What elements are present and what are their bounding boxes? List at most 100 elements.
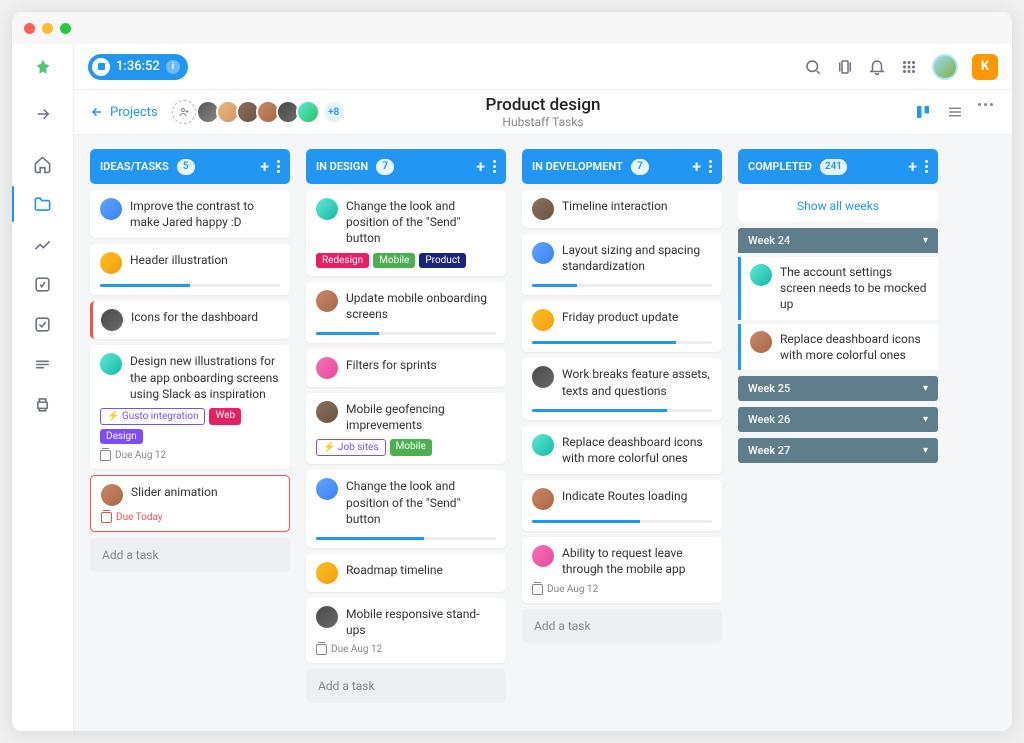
member-avatar[interactable]	[296, 100, 320, 124]
board-view-icon[interactable]	[914, 103, 932, 121]
task-card[interactable]: Change the look and position of the "Sen…	[306, 190, 506, 276]
sidebar-home-icon[interactable]	[33, 154, 53, 174]
week-header[interactable]: Week 27▾	[738, 438, 938, 463]
bell-icon[interactable]	[868, 58, 886, 76]
tag[interactable]: Redesign	[316, 253, 369, 268]
task-card[interactable]: Work breaks feature assets, texts and qu…	[522, 358, 722, 419]
add-card-icon[interactable]: +	[476, 157, 485, 176]
card-title: Mobile responsive stand-ups	[346, 606, 496, 638]
progress-bar	[532, 341, 712, 344]
header-more-icon[interactable]	[978, 103, 996, 121]
minimize-window-icon[interactable]	[42, 23, 53, 34]
task-card[interactable]: Improve the contrast to make Jared happy…	[90, 190, 290, 238]
sidebar-list-icon[interactable]	[33, 354, 53, 374]
tag[interactable]: Web	[209, 408, 241, 425]
task-card[interactable]: Header illustration	[90, 244, 290, 295]
add-card-icon[interactable]: +	[692, 157, 701, 176]
week-header[interactable]: Week 24▾	[738, 228, 938, 253]
task-card[interactable]: Layout sizing and spacing standardizatio…	[522, 234, 722, 295]
chevron-down-icon: ▾	[923, 445, 928, 456]
assignee-avatar	[316, 357, 338, 379]
task-card[interactable]: Change the look and position of the "Sen…	[306, 470, 506, 548]
add-task-input[interactable]: Add a task	[90, 538, 290, 572]
tag[interactable]: Mobile	[373, 253, 415, 268]
members-more-badge[interactable]: +8	[322, 100, 346, 124]
card-title: Layout sizing and spacing standardizatio…	[562, 242, 712, 274]
list-view-icon[interactable]	[946, 103, 964, 121]
card-tags: ⚡ Job sitesMobile	[316, 439, 496, 456]
sidebar-check-icon[interactable]	[33, 314, 53, 334]
column-more-icon[interactable]	[925, 160, 928, 173]
task-card[interactable]: Replace deashboard icons with more color…	[522, 426, 722, 474]
task-card[interactable]: Friday product update	[522, 301, 722, 352]
search-icon[interactable]	[804, 58, 822, 76]
task-card[interactable]: Indicate Routes loading	[522, 480, 722, 531]
assignee-avatar	[316, 401, 338, 423]
copy-icon[interactable]	[836, 58, 854, 76]
tag[interactable]: Design	[100, 429, 143, 444]
timer-info-icon[interactable]: i	[166, 60, 180, 74]
task-card[interactable]: Mobile responsive stand-upsDue Aug 12	[306, 598, 506, 663]
task-card[interactable]: Ability to request leave through the mob…	[522, 537, 722, 602]
task-card[interactable]: Filters for sprints	[306, 349, 506, 387]
timer-pill[interactable]: 1:36:52 i	[88, 54, 188, 80]
task-card[interactable]: Design new illustrations for the app onb…	[90, 345, 290, 469]
show-all-weeks-button[interactable]: Show all weeks	[738, 190, 938, 222]
close-window-icon[interactable]	[24, 23, 35, 34]
column-more-icon[interactable]	[493, 160, 496, 173]
tag[interactable]: ⚡ Gusto integration	[100, 408, 205, 425]
task-card[interactable]: Timeline interaction	[522, 190, 722, 228]
add-task-input[interactable]: Add a task	[522, 609, 722, 643]
assignee-avatar	[316, 606, 338, 628]
add-card-icon[interactable]: +	[260, 157, 269, 176]
assignee-avatar	[316, 478, 338, 500]
add-task-input[interactable]: Add a task	[306, 669, 506, 703]
calendar-icon	[100, 450, 111, 461]
add-member-button[interactable]	[172, 100, 196, 124]
completed-card[interactable]: The account settings screen needs to be …	[738, 257, 938, 320]
task-card[interactable]: Icons for the dashboard	[90, 301, 290, 339]
assignee-avatar	[532, 309, 554, 331]
task-card[interactable]: Slider animationDue Today	[90, 475, 290, 532]
task-card[interactable]: Roadmap timeline	[306, 554, 506, 592]
assignee-avatar	[532, 545, 554, 567]
task-card[interactable]: Mobile geofencing imprevements⚡ Job site…	[306, 393, 506, 464]
completed-card[interactable]: Replace deashboard icons with more color…	[738, 324, 938, 370]
chevron-down-icon: ▾	[923, 414, 928, 425]
tag[interactable]: Product	[419, 253, 466, 268]
column-more-icon[interactable]	[709, 160, 712, 173]
kanban-board: IDEAS/TASKS 5 + Improve the contrast to …	[74, 135, 1012, 731]
add-card-icon[interactable]: +	[908, 157, 917, 176]
nav-forward-icon[interactable]	[33, 104, 53, 124]
column-more-icon[interactable]	[277, 160, 280, 173]
chevron-down-icon: ▾	[923, 383, 928, 394]
workspace-badge[interactable]: K	[972, 54, 998, 80]
sidebar-folder-icon[interactable]	[33, 194, 53, 214]
week-header[interactable]: Week 25 ▾	[738, 376, 938, 401]
maximize-window-icon[interactable]	[60, 23, 71, 34]
sidebar-print-icon[interactable]	[33, 394, 53, 414]
tag[interactable]: ⚡ Job sites	[316, 439, 386, 456]
project-title: Product design	[486, 95, 601, 115]
assignee-avatar	[532, 434, 554, 456]
titlebar	[12, 12, 1012, 44]
assignee-avatar	[750, 331, 772, 353]
sidebar-sprint-icon[interactable]	[33, 234, 53, 254]
apps-grid-icon[interactable]	[900, 58, 918, 76]
timer-stop-icon[interactable]	[92, 58, 110, 76]
task-card[interactable]: Update mobile onboarding screens	[306, 282, 506, 343]
assignee-avatar	[316, 562, 338, 584]
due-date: Due Aug 12	[532, 584, 712, 595]
due-date: Due Aug 12	[100, 450, 280, 461]
column-count-badge: 7	[631, 159, 649, 175]
card-title: Work breaks feature assets, texts and qu…	[562, 366, 712, 398]
user-avatar[interactable]	[932, 54, 958, 80]
tag[interactable]: Mobile	[390, 439, 432, 456]
card-tags: ⚡ Gusto integrationWeb Design	[100, 408, 280, 444]
sidebar-activity-icon[interactable]	[33, 274, 53, 294]
week-label: Week 25	[748, 382, 790, 395]
week-header[interactable]: Week 26▾	[738, 407, 938, 432]
sidebar	[12, 44, 74, 731]
back-to-projects-link[interactable]: Projects	[90, 105, 158, 120]
topbar: 1:36:52 i K	[74, 44, 1012, 90]
